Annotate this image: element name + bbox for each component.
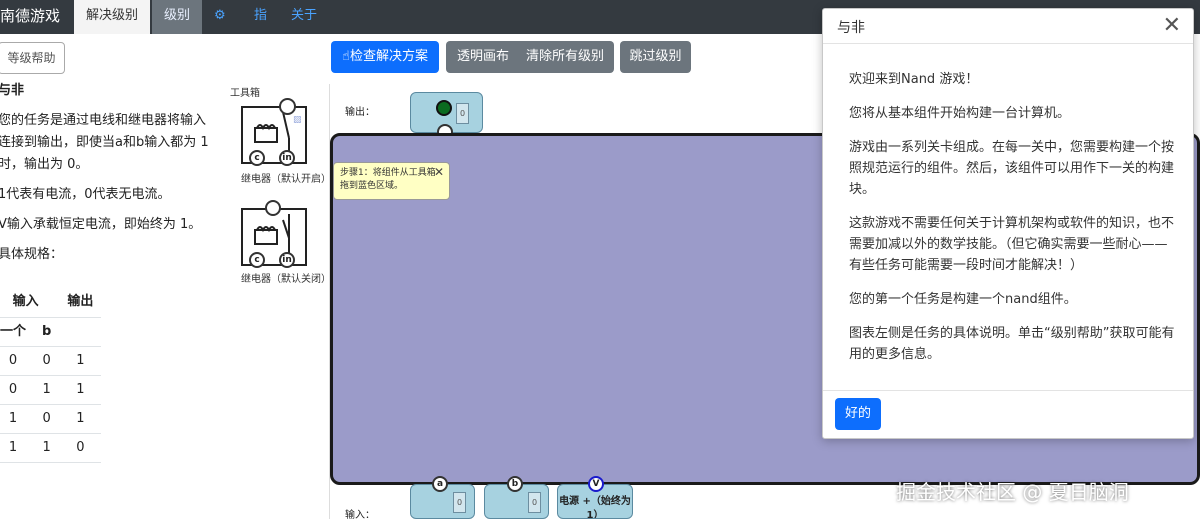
input-a-pin[interactable]: a (432, 476, 448, 492)
canvas-button-group: 透明画布 清除所有级别 (446, 41, 614, 73)
input-b-pin[interactable]: b (507, 476, 523, 492)
input-a-value: 0 (453, 492, 466, 513)
svg-text:▨: ▨ (293, 115, 302, 125)
table-header-a: 一个 (0, 317, 35, 347)
level-help-button[interactable]: 等级帮助 (0, 42, 65, 74)
table-row: 1 1 0 (0, 433, 102, 463)
power-v-pin[interactable]: V (588, 476, 604, 492)
tab-levels[interactable]: 级别 (152, 0, 203, 34)
relay-out-pin[interactable] (279, 98, 296, 115)
transparent-canvas-button[interactable]: 透明画布 (448, 41, 518, 73)
table-cell: 1 (34, 433, 60, 463)
nav-link-about[interactable]: 关于 (291, 0, 317, 34)
table-cell: 1 (0, 433, 35, 463)
dialog-paragraph: 欢迎来到Nand 游戏！ (849, 72, 979, 87)
dialog-paragraph: 这款游戏不需要任何关于计算机架构或软件的知识，也不需要加减以外的数学技能。（但它… (849, 216, 1175, 273)
table-cell: 0 (0, 375, 35, 405)
gear-icon[interactable]: ⚙ (214, 0, 226, 34)
relay-on-label: 继电器（默认开启） (241, 174, 331, 185)
table-cell: 1 (0, 404, 35, 434)
check-solution-button[interactable]: ☝检查解决方案 (331, 41, 439, 73)
table-cell: 0 (34, 404, 60, 434)
table-cell: 1 (34, 375, 60, 405)
relay-out-pin[interactable] (265, 200, 281, 216)
close-icon[interactable]: ✕ (434, 166, 444, 179)
table-cell: 0 (0, 346, 35, 376)
dialog-paragraph: 游戏由一系列关卡组成。在每一关中，您需要构建一个按照规范运行的组件。然后，该组件… (849, 140, 1175, 197)
tooltip-text: 步骤1：将组件从工具箱拖到蓝色区域。 (340, 168, 436, 191)
table-cell: 0 (59, 433, 102, 463)
relay-c-pin[interactable]: c (249, 252, 265, 268)
nav-link-guide[interactable]: 指 (254, 0, 267, 34)
output-label: 输出： (345, 107, 375, 118)
task-paragraph: V输入承载恒定电流，即始终为 1。 (0, 217, 202, 232)
step-tooltip: 步骤1：将组件从工具箱拖到蓝色区域。 ✕ (333, 162, 450, 200)
input-b-value: 0 (528, 492, 541, 513)
dialog-paragraph: 图表左侧是任务的具体说明。单击“级别帮助”获取可能有用的更多信息。 (849, 326, 1175, 362)
table-header-empty (59, 317, 102, 347)
table-row: 0 0 1 (0, 346, 102, 376)
table-cell: 1 (59, 404, 102, 434)
relay-off-label: 继电器（默认关闭） (241, 274, 331, 285)
dialog-paragraph: 您将从基本组件开始构建一台计算机。 (849, 106, 1071, 121)
output-value: 0 (456, 103, 469, 124)
relay-c-pin[interactable]: c (249, 150, 265, 166)
task-paragraph: 您的任务是通过电线和继电器将输入连接到输出，即使当a和b输入都为 1 时，输出为… (0, 113, 209, 172)
relay-in-pin[interactable]: in (279, 252, 295, 268)
table-cell: 1 (59, 346, 102, 376)
close-icon[interactable]: ✕ (1163, 13, 1181, 38)
table-row: 0 1 1 (0, 375, 102, 405)
table-row: 1 0 1 (0, 404, 102, 434)
check-solution-label: 检查解决方案 (349, 49, 428, 64)
spec-label: 具体规格： (0, 247, 64, 262)
hand-pointer-icon: ☝ (342, 49, 350, 64)
clear-all-button[interactable]: 清除所有级别 (518, 41, 612, 73)
ok-button[interactable]: 好的 (835, 398, 881, 430)
tab-solve-level[interactable]: 解决级别 (74, 0, 151, 34)
level-description-panel: 等级帮助 与非 您的任务是通过电线和继电器将输入连接到输出，即使当a和b输入都为… (0, 34, 225, 519)
relay-in-pin[interactable]: in (279, 150, 295, 166)
output-indicator (436, 100, 452, 116)
table-cell: 0 (34, 346, 60, 376)
task-description: 您的任务是通过电线和继电器将输入连接到输出，即使当a和b输入都为 1 时，输出为… (0, 110, 218, 274)
dialog-title: 与非 (837, 20, 865, 36)
dialog-paragraph: 您的第一个任务是构建一个nand组件。 (849, 292, 1077, 307)
table-header-output: 输出 (59, 288, 102, 318)
table-header-input: 输入 (0, 288, 60, 318)
truth-table: 输入 输出 一个 b 0 0 1 0 1 1 1 0 1 1 1 0 (0, 288, 102, 463)
dialog-footer: 好的 (823, 390, 1193, 438)
task-paragraph: 1代表有电流，0代表无电流。 (0, 187, 171, 202)
dialog-body: 欢迎来到Nand 游戏！ 您将从基本组件开始构建一台计算机。 游戏由一系列关卡组… (849, 69, 1179, 378)
watermark: 掘金技术社区 @ 夏日脑洞 (896, 480, 1129, 504)
level-title: 与非 (0, 83, 25, 98)
table-cell: 1 (59, 375, 102, 405)
toolbox-title: 工具箱 (230, 88, 260, 99)
brand-title[interactable]: 南德游戏 (0, 0, 60, 34)
toolbox-panel: 工具箱 ▨ c in 继电器（默认开启） c in 继电器（默认关闭） (225, 84, 331, 519)
dialog-header: 与非 ✕ (823, 9, 1193, 44)
welcome-dialog: 与非 ✕ 欢迎来到Nand 游戏！ 您将从基本组件开始构建一台计算机。 游戏由一… (822, 8, 1194, 439)
table-header-b: b (34, 317, 60, 347)
skip-level-button[interactable]: 跳过级别 (620, 41, 691, 73)
